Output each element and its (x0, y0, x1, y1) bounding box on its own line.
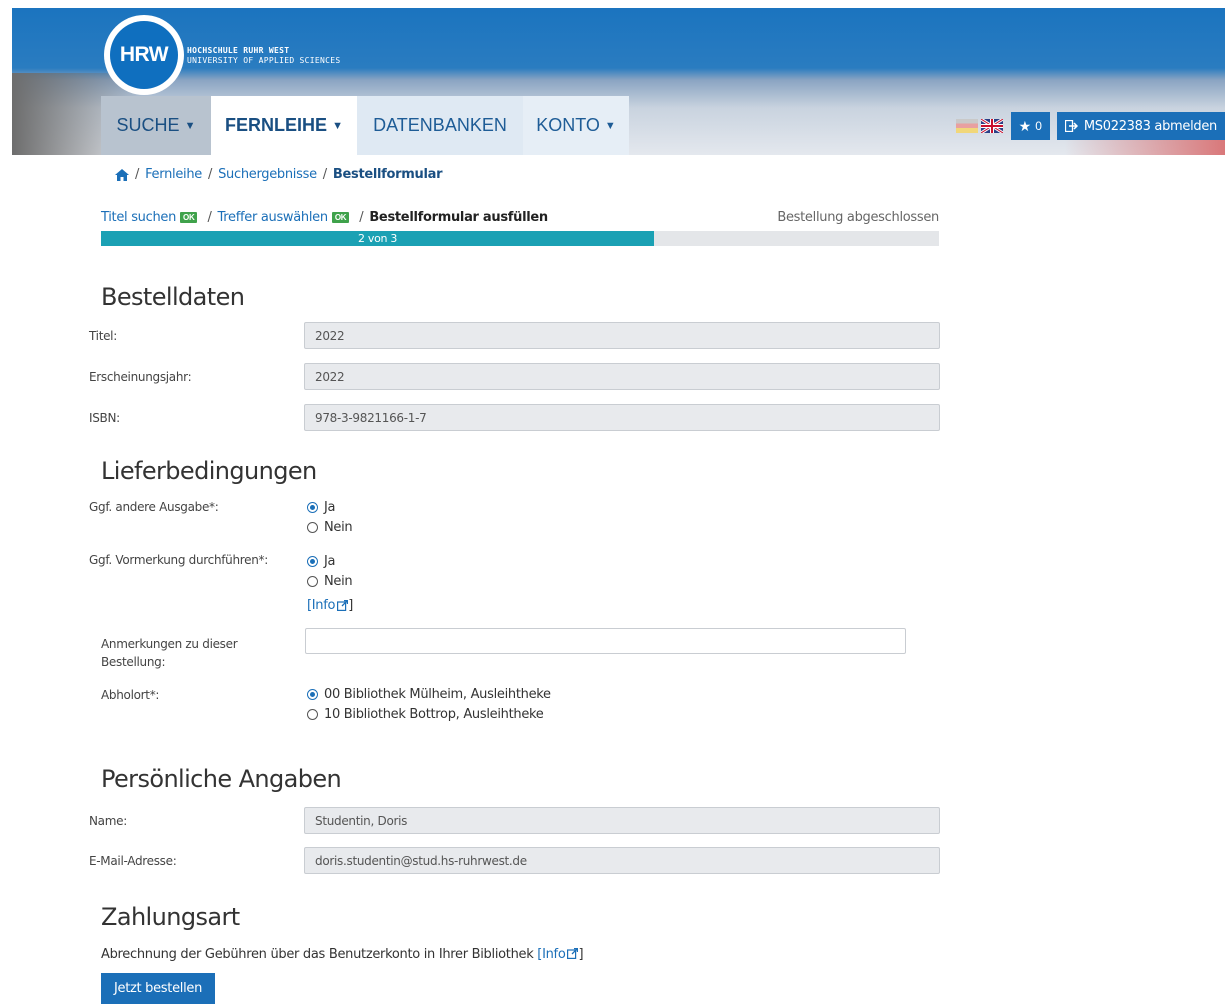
payment-text: Abrechnung der Gebühren über das Benutze… (101, 947, 584, 962)
option-label: 10 Bibliothek Bottrop, Ausleihtheke (324, 706, 544, 722)
breadcrumb-separator: / (322, 167, 327, 182)
breadcrumb-separator: / (207, 167, 213, 182)
titel-field: 2022 (304, 322, 940, 349)
option-label: Nein (324, 519, 353, 535)
star-icon: ★ (1018, 117, 1032, 134)
breadcrumb: / Fernleihe / Suchergebnisse / Bestellfo… (115, 167, 443, 182)
main-nav: SUCHE ▼ FERNLEIHE ▼ DATENBANKEN KONTO ▼ (101, 96, 629, 155)
order-steps: Titel suchen OK / Treffer auswählen OK /… (101, 210, 939, 225)
nav-datenbanken[interactable]: DATENBANKEN (357, 96, 523, 155)
breadcrumb-separator: / (135, 167, 140, 182)
german-flag-icon[interactable] (955, 119, 978, 133)
payment-description: Abrechnung der Gebühren über das Benutze… (101, 947, 538, 962)
step-titel-suchen[interactable]: Titel suchen (101, 210, 176, 225)
abholort-label: Abholort*: (101, 688, 160, 702)
logo-text[interactable]: HOCHSCHULE RUHR WEST UNIVERSITY OF APPLI… (187, 46, 341, 66)
logout-button[interactable]: MS022383 abmelden (1056, 112, 1225, 140)
progress-bar: 2 von 3 (101, 231, 939, 246)
logout-label: MS022383 abmelden (1083, 118, 1217, 134)
site-header: HRW HOCHSCHULE RUHR WEST UNIVERSITY OF A… (12, 8, 1225, 155)
andere-ausgabe-label: Ggf. andere Ausgabe*: (89, 500, 219, 514)
external-link-icon (567, 948, 579, 959)
anmerkungen-input[interactable] (305, 628, 906, 654)
breadcrumb-current: Bestellformular (332, 167, 443, 182)
name-label: Name: (89, 814, 127, 828)
erscheinungsjahr-label: Erscheinungsjahr: (89, 370, 192, 384)
name-field: Studentin, Doris (304, 807, 940, 834)
section-heading-bestelldaten: Bestelldaten (101, 283, 245, 311)
email-label: E-Mail-Adresse: (89, 854, 177, 868)
andere-ausgabe-ja-option[interactable]: Ja (307, 497, 336, 517)
ok-badge: OK (331, 212, 350, 223)
radio-selected[interactable] (307, 555, 318, 567)
anmerkungen-label-line2: Bestellung: (101, 655, 166, 669)
caret-down-icon: ▼ (604, 119, 616, 132)
info-link-close: ] (348, 597, 353, 613)
option-label: Ja (324, 499, 336, 515)
step-separator: / (359, 210, 364, 225)
section-heading-zahlungsart: Zahlungsart (101, 903, 240, 931)
titel-label: Titel: (89, 329, 117, 343)
email-field: doris.studentin@stud.hs-ruhrwest.de (304, 847, 940, 874)
ok-badge: OK (180, 212, 198, 223)
anmerkungen-label: Anmerkungen zu dieser Bestellung: (101, 635, 238, 671)
breadcrumb-suchergebnisse[interactable]: Suchergebnisse (218, 167, 317, 182)
vormerkung-info-link[interactable]: [Info ] (307, 595, 353, 615)
submit-order-button[interactable]: Jetzt bestellen (101, 973, 215, 1004)
radio-unselected[interactable] (307, 575, 318, 587)
isbn-field: 978-3-9821166-1-7 (304, 404, 940, 431)
radio-selected[interactable] (307, 688, 318, 700)
home-icon[interactable] (115, 168, 129, 181)
nav-fernleihe-label: FERNLEIHE (225, 115, 328, 135)
abholort-bottrop-option[interactable]: 10 Bibliothek Bottrop, Ausleihtheke (307, 704, 544, 724)
breadcrumb-fernleihe[interactable]: Fernleihe (145, 167, 202, 182)
favorites-button[interactable]: ★ 0 (1010, 112, 1050, 140)
option-label: 00 Bibliothek Mülheim, Ausleihtheke (324, 686, 551, 702)
logout-icon (1064, 120, 1078, 132)
nav-fernleihe[interactable]: FERNLEIHE ▼ (211, 96, 357, 155)
progress-text: 2 von 3 (357, 232, 398, 245)
radio-unselected[interactable] (307, 708, 318, 720)
logo-abbr: HRW (110, 21, 178, 89)
caret-down-icon: ▼ (332, 119, 343, 132)
logo-line-1: HOCHSCHULE RUHR WEST (187, 46, 290, 55)
erscheinungsjahr-field: 2022 (304, 363, 940, 390)
step-current: Bestellformular ausfüllen (369, 210, 548, 225)
hrw-logo[interactable]: HRW (104, 15, 184, 95)
section-heading-persoenlich: Persönliche Angaben (101, 765, 342, 793)
option-label: Nein (324, 573, 353, 589)
nav-datenbanken-label: DATENBANKEN (373, 115, 507, 135)
payment-info-link[interactable]: [Info (537, 947, 565, 962)
vormerkung-label: Ggf. Vormerkung durchführen*: (89, 553, 268, 567)
step-treffer-auswaehlen[interactable]: Treffer auswählen (218, 210, 329, 225)
caret-down-icon: ▼ (184, 119, 196, 132)
uk-flag-icon[interactable] (980, 119, 1003, 133)
vormerkung-ja-option[interactable]: Ja (307, 551, 336, 571)
option-label: Ja (324, 553, 336, 569)
logo-line-2: UNIVERSITY OF APPLIED SCIENCES (187, 56, 341, 65)
radio-selected[interactable] (307, 501, 318, 513)
step-final: Bestellung abgeschlossen (777, 210, 939, 225)
nav-suche[interactable]: SUCHE ▼ (101, 96, 211, 155)
favorites-count: 0 (1035, 119, 1042, 133)
step-separator: / (207, 210, 212, 225)
progress-fill: 2 von 3 (101, 231, 655, 246)
andere-ausgabe-nein-option[interactable]: Nein (307, 517, 353, 537)
radio-unselected[interactable] (307, 521, 318, 533)
vormerkung-nein-option[interactable]: Nein (307, 571, 353, 591)
nav-konto[interactable]: KONTO ▼ (523, 96, 629, 155)
nav-konto-label: KONTO (536, 115, 600, 135)
nav-suche-label: SUCHE (116, 115, 180, 135)
isbn-label: ISBN: (89, 411, 120, 425)
abholort-muelheim-option[interactable]: 00 Bibliothek Mülheim, Ausleihtheke (307, 684, 551, 704)
top-right-tools: ★ 0 MS022383 abmelden (955, 112, 1225, 140)
section-heading-lieferbedingungen: Lieferbedingungen (101, 457, 317, 485)
anmerkungen-label-line1: Anmerkungen zu dieser (101, 637, 238, 651)
payment-info-close: ] (578, 947, 584, 962)
external-link-icon (337, 599, 349, 611)
info-link-text[interactable]: [Info (307, 598, 335, 613)
